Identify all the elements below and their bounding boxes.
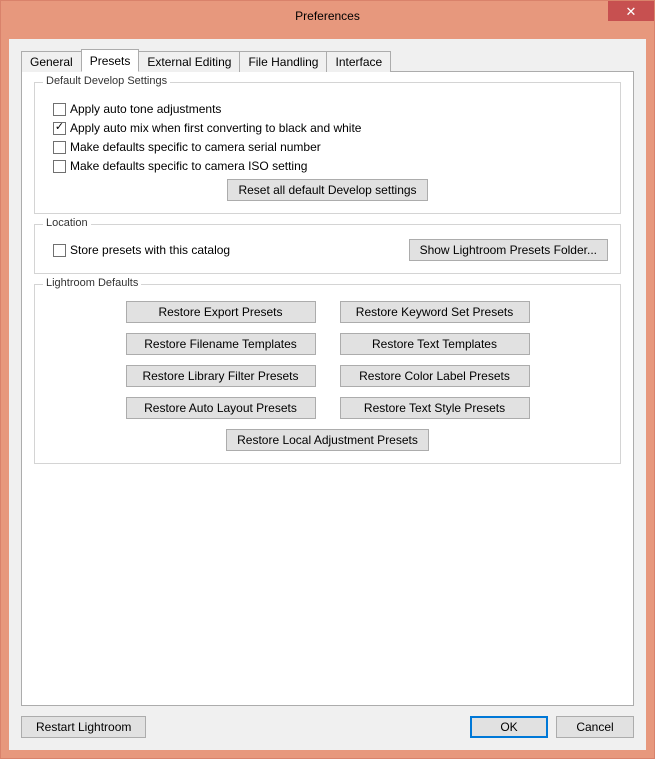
window-title: Preferences [1,9,654,23]
row-location: Store presets with this catalog Show Lig… [47,239,608,261]
tab-presets[interactable]: Presets [81,49,140,72]
restore-keyword-set-presets-button[interactable]: Restore Keyword Set Presets [340,301,530,323]
restore-library-filter-button[interactable]: Restore Library Filter Presets [126,365,316,387]
checkbox-camera-iso[interactable] [53,160,66,173]
tab-interface[interactable]: Interface [326,51,391,72]
checkbox-label: Make defaults specific to camera ISO set… [70,159,307,173]
restore-filename-templates-button[interactable]: Restore Filename Templates [126,333,316,355]
restore-color-label-presets-button[interactable]: Restore Color Label Presets [340,365,530,387]
row-reset-develop: Reset all default Develop settings [47,179,608,201]
restore-local-adjustment-button[interactable]: Restore Local Adjustment Presets [226,429,429,451]
checkbox-store-presets[interactable] [53,244,66,257]
close-button[interactable]: ✕ [608,1,654,21]
window-border: General Presets External Editing File Ha… [1,31,654,758]
titlebar: Preferences ✕ [1,1,654,31]
close-icon: ✕ [626,5,637,18]
checkbox-label: Store presets with this catalog [70,243,230,257]
row-auto-tone[interactable]: Apply auto tone adjustments [53,102,608,116]
restore-text-style-presets-button[interactable]: Restore Text Style Presets [340,397,530,419]
restart-lightroom-button[interactable]: Restart Lightroom [21,716,146,738]
checkbox-label: Apply auto tone adjustments [70,102,221,116]
row-camera-serial[interactable]: Make defaults specific to camera serial … [53,140,608,154]
row-camera-iso[interactable]: Make defaults specific to camera ISO set… [53,159,608,173]
tab-label: General [30,55,73,69]
ok-button[interactable]: OK [470,716,548,738]
restore-text-templates-button[interactable]: Restore Text Templates [340,333,530,355]
group-location: Location Store presets with this catalog… [34,224,621,274]
group-default-develop: Default Develop Settings Apply auto tone… [34,82,621,214]
checkbox-label: Apply auto mix when first converting to … [70,121,361,135]
group-legend: Default Develop Settings [43,75,170,87]
tab-file-handling[interactable]: File Handling [239,51,327,72]
row-store-presets[interactable]: Store presets with this catalog [53,243,230,257]
group-legend: Lightroom Defaults [43,277,141,289]
restore-export-presets-button[interactable]: Restore Export Presets [126,301,316,323]
cancel-button[interactable]: Cancel [556,716,634,738]
defaults-grid: Restore Export Presets Restore Keyword S… [47,301,608,419]
checkbox-auto-tone[interactable] [53,103,66,116]
tab-general[interactable]: General [21,51,82,72]
checkbox-label: Make defaults specific to camera serial … [70,140,321,154]
show-presets-folder-button[interactable]: Show Lightroom Presets Folder... [409,239,608,261]
group-legend: Location [43,217,91,229]
tab-label: External Editing [147,55,231,69]
tab-label: Presets [90,54,131,68]
group-lightroom-defaults: Lightroom Defaults Restore Export Preset… [34,284,621,464]
tab-label: Interface [335,55,382,69]
preferences-window: Preferences ✕ General Presets External E… [0,0,655,759]
row-auto-mix[interactable]: Apply auto mix when first converting to … [53,121,608,135]
footer: Restart Lightroom OK Cancel [21,716,634,738]
content-area: General Presets External Editing File Ha… [9,39,646,750]
tab-panel-presets: Default Develop Settings Apply auto tone… [21,71,634,706]
row-local-adjust: Restore Local Adjustment Presets [47,429,608,451]
restore-auto-layout-presets-button[interactable]: Restore Auto Layout Presets [126,397,316,419]
tab-strip: General Presets External Editing File Ha… [21,49,634,71]
checkbox-camera-serial[interactable] [53,141,66,154]
checkbox-auto-mix[interactable] [53,122,66,135]
tab-external-editing[interactable]: External Editing [138,51,240,72]
spacer [34,474,621,693]
reset-develop-button[interactable]: Reset all default Develop settings [227,179,427,201]
tab-label: File Handling [248,55,318,69]
